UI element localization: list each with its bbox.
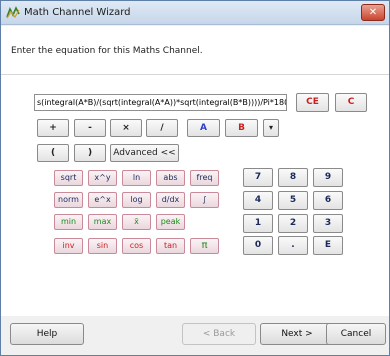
cos-button[interactable]: cos: [122, 238, 151, 254]
sqrt-button[interactable]: sqrt: [54, 170, 83, 186]
key-5[interactable]: 5: [278, 191, 308, 210]
equation-input[interactable]: s(integral(A*B)/(sqrt(integral(A*A))*sqr…: [34, 94, 287, 111]
tan-button[interactable]: tan: [156, 238, 185, 254]
key-7[interactable]: 7: [243, 168, 273, 187]
back-button[interactable]: < Back: [182, 323, 256, 345]
instruction-text: Enter the equation for this Maths Channe…: [11, 46, 203, 56]
wizard-window: Math Channel Wizard ✕ Enter the equation…: [0, 0, 390, 356]
max-button[interactable]: max: [88, 214, 117, 230]
sin-button[interactable]: sin: [88, 238, 117, 254]
abs-button[interactable]: abs: [156, 170, 185, 186]
exp-button[interactable]: e^x: [88, 192, 117, 208]
plus-button[interactable]: +: [37, 119, 69, 137]
help-button[interactable]: Help: [10, 323, 84, 345]
key-2[interactable]: 2: [278, 214, 308, 233]
close-button[interactable]: ✕: [361, 4, 385, 21]
key-1[interactable]: 1: [243, 214, 273, 233]
advanced-toggle-button[interactable]: Advanced <<: [110, 144, 179, 162]
channel-a-button[interactable]: A: [187, 119, 220, 137]
next-button[interactable]: Next >: [260, 323, 334, 345]
window-title: Math Channel Wizard: [24, 7, 131, 18]
key-0[interactable]: 0: [243, 236, 273, 255]
pi-button[interactable]: π: [190, 238, 219, 254]
channel-b-button[interactable]: B: [225, 119, 258, 137]
cancel-button[interactable]: Cancel: [326, 323, 386, 345]
title-bar: Math Channel Wizard ✕: [1, 1, 389, 25]
derivative-button[interactable]: d/dx: [156, 192, 185, 208]
key-3[interactable]: 3: [313, 214, 343, 233]
divide-button[interactable]: /: [146, 119, 178, 137]
log-button[interactable]: log: [122, 192, 151, 208]
key-decimal[interactable]: .: [278, 236, 308, 255]
open-paren-button[interactable]: (: [37, 144, 69, 162]
key-6[interactable]: 6: [313, 191, 343, 210]
peak-button[interactable]: peak: [156, 214, 185, 230]
channel-dropdown-button[interactable]: ▾: [263, 119, 279, 137]
clear-button[interactable]: C: [335, 93, 367, 112]
power-button[interactable]: x^y: [88, 170, 117, 186]
freq-button[interactable]: freq: [190, 170, 219, 186]
minus-button[interactable]: -: [74, 119, 106, 137]
multiply-button[interactable]: ×: [110, 119, 142, 137]
key-8[interactable]: 8: [278, 168, 308, 187]
key-exponent[interactable]: E: [313, 236, 343, 255]
min-button[interactable]: min: [54, 214, 83, 230]
wizard-content: Enter the equation for this Maths Channe…: [1, 26, 389, 316]
key-4[interactable]: 4: [243, 191, 273, 210]
mean-button[interactable]: x̄: [122, 214, 151, 230]
inv-button[interactable]: inv: [54, 238, 83, 254]
close-paren-button[interactable]: ): [74, 144, 106, 162]
header-divider: [1, 74, 389, 75]
norm-button[interactable]: norm: [54, 192, 83, 208]
ce-button[interactable]: CE: [296, 93, 329, 112]
math-channel-app-icon: [6, 6, 20, 19]
integral-button[interactable]: ∫: [190, 192, 219, 208]
ln-button[interactable]: ln: [122, 170, 151, 186]
key-9[interactable]: 9: [313, 168, 343, 187]
